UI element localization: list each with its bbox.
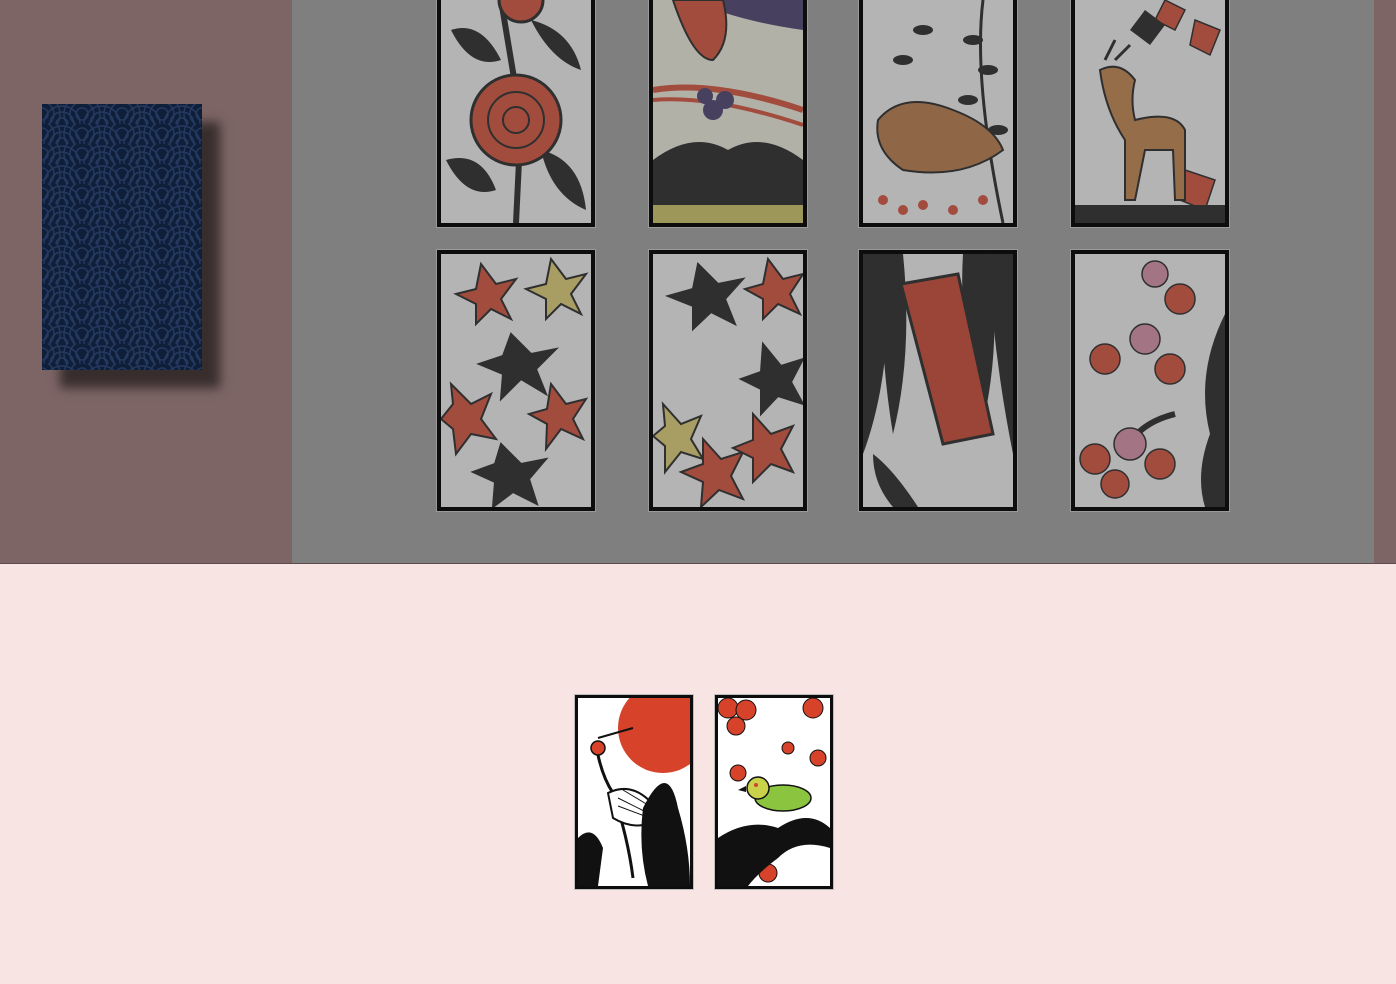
hand-card-crane[interactable] bbox=[575, 695, 693, 889]
maple-card-icon bbox=[441, 254, 591, 507]
maple-card-icon bbox=[653, 254, 803, 507]
peony-card-icon bbox=[441, 0, 591, 223]
willow-ribbon-card-icon bbox=[863, 254, 1013, 507]
field-card-deer[interactable] bbox=[1071, 0, 1229, 227]
field-card-phoenix[interactable] bbox=[649, 0, 807, 227]
warbler-card-icon bbox=[718, 698, 830, 886]
field-card-maple-1[interactable] bbox=[437, 250, 595, 511]
phoenix-card-icon bbox=[653, 0, 803, 223]
field-card-maple-2[interactable] bbox=[649, 250, 807, 511]
seigaiha-card-back-icon bbox=[42, 104, 202, 370]
cherry-card-icon bbox=[1075, 254, 1225, 507]
draw-deck[interactable] bbox=[42, 104, 202, 370]
hand-card-warbler[interactable] bbox=[715, 695, 833, 889]
crane-sun-card-icon bbox=[578, 698, 690, 886]
deer-card-icon bbox=[1075, 0, 1225, 223]
field-card-peony[interactable] bbox=[437, 0, 595, 227]
field-card-cherry[interactable] bbox=[1071, 250, 1229, 511]
boar-card-icon bbox=[863, 0, 1013, 223]
field-card-boar[interactable] bbox=[859, 0, 1017, 227]
field-card-willow-ribbon[interactable] bbox=[859, 250, 1017, 511]
